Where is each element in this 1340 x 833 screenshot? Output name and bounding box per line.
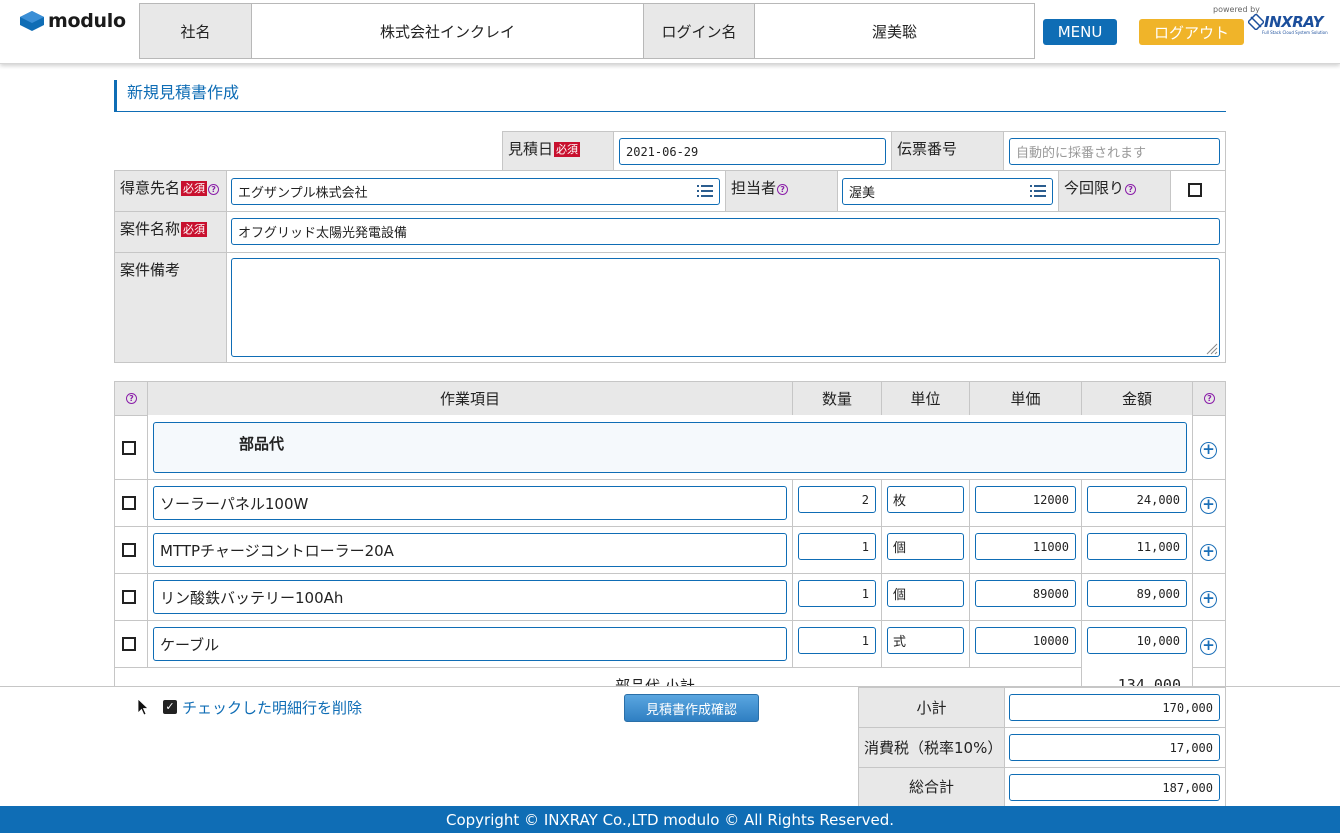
- cursor-icon: [137, 698, 149, 716]
- amount-input[interactable]: 89,000: [1087, 580, 1187, 607]
- list-icon[interactable]: [1030, 185, 1046, 197]
- company-name: 株式会社インクレイ: [252, 4, 644, 58]
- project-name-input[interactable]: オフグリッド太陽光発電設備: [231, 218, 1220, 245]
- item-name-input[interactable]: ソーラーパネル100W: [153, 486, 787, 520]
- add-row-icon[interactable]: +: [1200, 591, 1217, 608]
- help-icon[interactable]: ?: [1204, 393, 1215, 404]
- once-checkbox[interactable]: [1188, 183, 1202, 197]
- required-badge: 必須: [181, 181, 208, 196]
- header-amount: 金額: [1081, 381, 1193, 416]
- logo[interactable]: modulo: [19, 10, 126, 32]
- modulo-logo-icon: [20, 11, 44, 31]
- menu-button[interactable]: MENU: [1043, 19, 1117, 45]
- unit-input[interactable]: 個: [887, 580, 964, 607]
- list-icon[interactable]: [697, 185, 713, 197]
- once-label-text: 今回限り: [1064, 179, 1125, 197]
- staff-label-text: 担当者: [731, 179, 777, 197]
- qty-input[interactable]: 1: [798, 533, 876, 560]
- login-label: ログイン名: [644, 4, 755, 58]
- tax-value: 17,000: [1009, 734, 1220, 761]
- total-label: 総合計: [858, 767, 1005, 807]
- add-row-icon[interactable]: +: [1200, 544, 1217, 561]
- total-value: 187,000: [1009, 774, 1220, 801]
- amount-input[interactable]: 11,000: [1087, 533, 1187, 560]
- item-name-input[interactable]: ケーブル: [153, 627, 787, 661]
- category-input[interactable]: 部品代: [153, 422, 1187, 473]
- date-label: 見積日 必須: [502, 131, 614, 171]
- resize-handle-icon[interactable]: [1204, 341, 1218, 355]
- brand-subtext: Full Stack Cloud System Solution: [1262, 30, 1328, 35]
- delete-checked-link[interactable]: チェックした明細行を削除: [182, 697, 362, 718]
- header-item: 作業項目: [147, 381, 793, 416]
- slip-number-input[interactable]: 自動的に採番されます: [1009, 138, 1220, 165]
- inxray-mark-icon: [1248, 14, 1264, 30]
- unit-input[interactable]: 枚: [887, 486, 964, 513]
- row-checkbox[interactable]: [122, 543, 136, 557]
- page-title: 新規見積書作成: [114, 80, 1226, 112]
- qty-input[interactable]: 1: [798, 627, 876, 654]
- header-price: 単価: [969, 381, 1082, 416]
- item-name-input[interactable]: リン酸鉄バッテリー100Ah: [153, 580, 787, 614]
- row-checkbox[interactable]: [122, 590, 136, 604]
- login-name: 渥美聡: [871, 22, 917, 41]
- category-checkbox[interactable]: [122, 441, 136, 455]
- copyright: Copyright © INXRAY Co.,LTD modulo © All …: [0, 806, 1340, 833]
- header-qty: 数量: [792, 381, 882, 416]
- help-icon[interactable]: ?: [1125, 184, 1137, 195]
- header-unit: 単位: [881, 381, 970, 416]
- help-icon[interactable]: ?: [777, 184, 789, 195]
- add-row-icon[interactable]: +: [1200, 638, 1217, 655]
- staff-value: 渥美: [849, 186, 876, 201]
- staff-input[interactable]: 渥美: [842, 178, 1053, 205]
- row-checkbox[interactable]: [122, 637, 136, 651]
- add-row-icon[interactable]: +: [1200, 442, 1217, 459]
- company-label: 社名: [140, 4, 252, 58]
- inxray-logo: INXRAY: [1248, 13, 1324, 31]
- qty-input[interactable]: 1: [798, 580, 876, 607]
- required-badge: 必須: [554, 142, 581, 157]
- add-row-icon[interactable]: +: [1200, 497, 1217, 514]
- notes-label: 案件備考: [114, 252, 227, 363]
- help-icon[interactable]: ?: [208, 184, 220, 195]
- price-input[interactable]: 12000: [975, 486, 1076, 513]
- help-icon[interactable]: ?: [126, 393, 137, 404]
- footer-panel: ✓ チェックした明細行を削除 見積書作成確認 小計 170,000 消費税（税率…: [0, 686, 1340, 807]
- help-header-cell: ?: [1192, 381, 1226, 416]
- item-name-input[interactable]: MTTPチャージコントローラー20A: [153, 533, 787, 567]
- amount-input[interactable]: 24,000: [1087, 486, 1187, 513]
- logo-text: modulo: [48, 10, 126, 32]
- help-header-cell: ?: [114, 381, 148, 416]
- staff-label: 担当者?: [725, 170, 838, 212]
- price-input[interactable]: 89000: [975, 580, 1076, 607]
- checked-icon[interactable]: ✓: [163, 700, 177, 714]
- required-badge: 必須: [181, 222, 208, 237]
- unit-input[interactable]: 個: [887, 533, 964, 560]
- price-input[interactable]: 11000: [975, 533, 1076, 560]
- amount-input[interactable]: 10,000: [1087, 627, 1187, 654]
- customer-label-text: 得意先名: [120, 179, 181, 197]
- brand-text: INXRAY: [1264, 13, 1324, 31]
- account-info: 社名 株式会社インクレイ ログイン名 渥美聡: [139, 3, 1035, 59]
- slip-label: 伝票番号: [891, 131, 1004, 171]
- once-label: 今回限り?: [1058, 170, 1171, 212]
- confirm-button[interactable]: 見積書作成確認: [624, 694, 759, 722]
- unit-input[interactable]: 式: [887, 627, 964, 654]
- project-label: 案件名称 必須: [114, 211, 227, 253]
- project-label-text: 案件名称: [120, 220, 181, 238]
- customer-input[interactable]: エグザンプル株式会社: [231, 178, 720, 205]
- subtotal-value: 170,000: [1009, 694, 1220, 721]
- price-input[interactable]: 10000: [975, 627, 1076, 654]
- customer-label: 得意先名 必須?: [114, 170, 227, 212]
- estimate-date-input[interactable]: 2021-06-29: [619, 138, 886, 165]
- logout-button[interactable]: ログアウト: [1139, 19, 1244, 45]
- date-label-text: 見積日: [508, 140, 554, 158]
- subtotal-label: 小計: [858, 687, 1005, 728]
- app-header: modulo 社名 株式会社インクレイ ログイン名 渥美聡 MENU ログアウト…: [0, 0, 1340, 64]
- row-checkbox[interactable]: [122, 496, 136, 510]
- tax-label: 消費税（税率10%）: [858, 727, 1005, 768]
- customer-value: エグザンプル株式会社: [238, 186, 368, 201]
- notes-textarea[interactable]: [231, 258, 1220, 357]
- qty-input[interactable]: 2: [798, 486, 876, 513]
